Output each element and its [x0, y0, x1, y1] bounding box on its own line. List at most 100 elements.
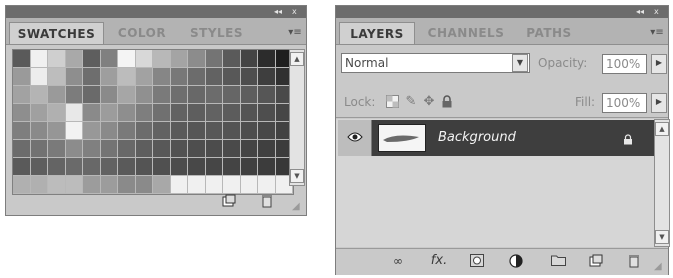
- swatch-cell[interactable]: [188, 176, 206, 194]
- swatch-cell[interactable]: [30, 86, 48, 104]
- close-icon[interactable]: x: [654, 6, 659, 18]
- panel-menu-icon[interactable]: ▾≡: [286, 26, 304, 40]
- new-layer-icon[interactable]: [588, 254, 604, 268]
- tab-color[interactable]: COLOR: [107, 22, 177, 44]
- adjustment-icon[interactable]: [508, 254, 524, 268]
- resize-grip-icon[interactable]: ◢: [654, 261, 666, 273]
- swatch-cell[interactable]: [135, 68, 153, 86]
- swatch-cell[interactable]: [240, 104, 258, 122]
- scroll-down-icon[interactable]: ▼: [655, 230, 669, 244]
- fill-stepper-icon[interactable]: ▶: [651, 93, 667, 113]
- swatch-cell[interactable]: [258, 68, 276, 86]
- swatch-cell[interactable]: [205, 140, 223, 158]
- swatch-cell[interactable]: [240, 68, 258, 86]
- swatch-cell[interactable]: [48, 86, 66, 104]
- swatch-cell[interactable]: [118, 86, 136, 104]
- swatch-cell[interactable]: [100, 68, 118, 86]
- swatch-cell[interactable]: [30, 122, 48, 140]
- swatch-cell[interactable]: [205, 122, 223, 140]
- swatch-cell[interactable]: [223, 68, 241, 86]
- swatch-cell[interactable]: [48, 140, 66, 158]
- swatch-cell[interactable]: [83, 176, 101, 194]
- tab-paths[interactable]: PATHS: [516, 22, 582, 44]
- collapse-icon[interactable]: ◂◂: [274, 6, 282, 18]
- swatch-cell[interactable]: [205, 68, 223, 86]
- swatch-cell[interactable]: [153, 68, 171, 86]
- swatch-cell[interactable]: [65, 122, 83, 140]
- swatch-cell[interactable]: [258, 140, 276, 158]
- swatch-cell[interactable]: [223, 104, 241, 122]
- swatch-cell[interactable]: [205, 104, 223, 122]
- swatch-cell[interactable]: [258, 86, 276, 104]
- new-swatch-icon[interactable]: [221, 194, 237, 208]
- swatch-cell[interactable]: [223, 140, 241, 158]
- close-icon[interactable]: x: [292, 6, 297, 18]
- swatch-cell[interactable]: [170, 104, 188, 122]
- swatch-cell[interactable]: [30, 140, 48, 158]
- swatch-cell[interactable]: [83, 140, 101, 158]
- swatch-cell[interactable]: [100, 122, 118, 140]
- lock-position-icon[interactable]: ✥: [422, 95, 436, 109]
- swatch-cell[interactable]: [135, 140, 153, 158]
- trash-icon[interactable]: [259, 194, 275, 208]
- blend-mode-select[interactable]: Normal: [341, 53, 530, 73]
- swatch-cell[interactable]: [170, 122, 188, 140]
- layer-row-background[interactable]: Background: [338, 120, 654, 156]
- swatch-cell[interactable]: [13, 104, 31, 122]
- fx-icon[interactable]: fx.: [428, 254, 450, 268]
- swatch-cell[interactable]: [118, 158, 136, 176]
- blend-mode-dropdown-icon[interactable]: ▼: [512, 54, 528, 72]
- swatch-cell[interactable]: [100, 176, 118, 194]
- swatch-cell[interactable]: [205, 50, 223, 68]
- scroll-up-icon[interactable]: ▲: [290, 52, 304, 66]
- swatch-cell[interactable]: [153, 158, 171, 176]
- swatch-cell[interactable]: [170, 50, 188, 68]
- swatch-cell[interactable]: [188, 104, 206, 122]
- swatch-cell[interactable]: [223, 158, 241, 176]
- swatch-cell[interactable]: [223, 122, 241, 140]
- swatch-cell[interactable]: [65, 68, 83, 86]
- swatch-cell[interactable]: [188, 140, 206, 158]
- swatch-cell[interactable]: [83, 122, 101, 140]
- opacity-field[interactable]: 100%: [602, 54, 647, 74]
- swatch-cell[interactable]: [118, 122, 136, 140]
- swatch-cell[interactable]: [48, 176, 66, 194]
- swatch-cell[interactable]: [170, 176, 188, 194]
- swatch-cell[interactable]: [65, 86, 83, 104]
- swatch-cell[interactable]: [13, 50, 31, 68]
- swatch-cell[interactable]: [83, 68, 101, 86]
- swatch-cell[interactable]: [240, 122, 258, 140]
- swatch-cell[interactable]: [100, 140, 118, 158]
- swatch-cell[interactable]: [170, 158, 188, 176]
- swatch-cell[interactable]: [83, 158, 101, 176]
- swatch-cell[interactable]: [258, 176, 276, 194]
- swatch-cell[interactable]: [118, 50, 136, 68]
- visibility-toggle[interactable]: [338, 120, 372, 156]
- swatch-cell[interactable]: [30, 68, 48, 86]
- swatch-cell[interactable]: [118, 176, 136, 194]
- swatch-cell[interactable]: [13, 158, 31, 176]
- swatch-cell[interactable]: [100, 104, 118, 122]
- swatch-cell[interactable]: [135, 176, 153, 194]
- swatch-cell[interactable]: [153, 50, 171, 68]
- swatch-cell[interactable]: [83, 86, 101, 104]
- swatch-cell[interactable]: [118, 104, 136, 122]
- swatch-cell[interactable]: [188, 122, 206, 140]
- swatch-cell[interactable]: [188, 86, 206, 104]
- swatch-cell[interactable]: [205, 176, 223, 194]
- swatch-cell[interactable]: [258, 50, 276, 68]
- swatch-cell[interactable]: [135, 50, 153, 68]
- scroll-down-icon[interactable]: ▼: [290, 169, 304, 183]
- swatch-cell[interactable]: [65, 50, 83, 68]
- group-icon[interactable]: [550, 254, 566, 268]
- swatch-cell[interactable]: [13, 122, 31, 140]
- swatch-cell[interactable]: [205, 86, 223, 104]
- swatch-cell[interactable]: [188, 158, 206, 176]
- swatch-cell[interactable]: [135, 104, 153, 122]
- swatch-cell[interactable]: [153, 122, 171, 140]
- swatch-cell[interactable]: [13, 140, 31, 158]
- swatch-cell[interactable]: [240, 176, 258, 194]
- swatch-cell[interactable]: [65, 176, 83, 194]
- swatch-cell[interactable]: [13, 86, 31, 104]
- swatch-cell[interactable]: [258, 158, 276, 176]
